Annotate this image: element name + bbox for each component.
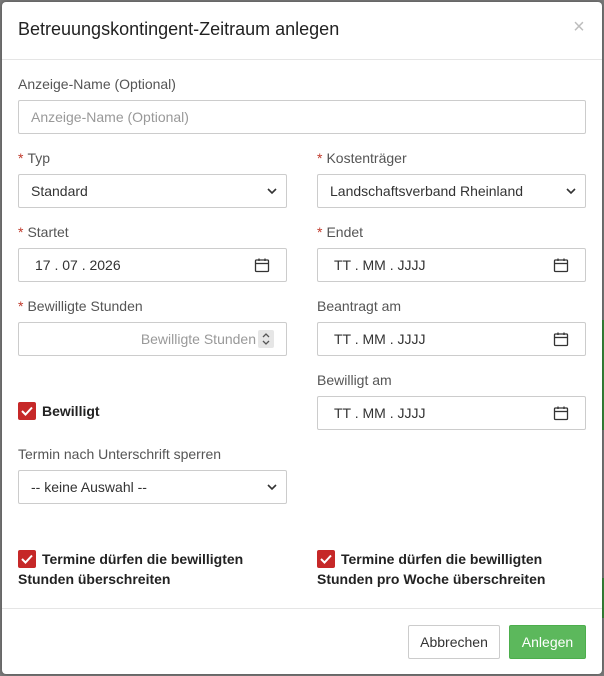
bewilligte-stunden-placeholder: Bewilligte Stunden — [140, 331, 256, 347]
bewilligt-am-date-input[interactable]: TT . MM . JJJJ — [317, 396, 586, 430]
close-button[interactable]: × — [570, 16, 588, 38]
modal-title: Betreuungskontingent-Zeitraum anlegen — [18, 19, 340, 39]
calendar-icon[interactable] — [553, 331, 569, 347]
ueberschreiten-checkbox[interactable] — [18, 550, 36, 568]
calendar-icon[interactable] — [553, 405, 569, 421]
kostentraeger-select[interactable]: Landschaftsverband Rheinland — [317, 174, 586, 208]
display-name-input[interactable]: Anzeige-Name (Optional) — [18, 100, 586, 134]
submit-button[interactable]: Anlegen — [509, 625, 586, 659]
typ-value: Standard — [31, 183, 88, 199]
beantragt-am-label: Beantragt am — [317, 298, 402, 314]
required-marker: * — [317, 150, 323, 166]
modal-dialog: Betreuungskontingent-Zeitraum anlegen × … — [2, 2, 602, 674]
required-marker: * — [18, 150, 24, 166]
endet-value: TT . MM . JJJJ — [334, 257, 426, 273]
endet-label-text: Endet — [326, 224, 364, 240]
termin-sperren-label: Termin nach Unterschrift sperren — [18, 446, 222, 462]
bewilligt-am-label: Bewilligt am — [317, 372, 392, 388]
kostentraeger-label-text: Kostenträger — [326, 150, 407, 166]
typ-label: * Typ — [18, 150, 50, 166]
bewilligt-am-value: TT . MM . JJJJ — [334, 405, 426, 421]
bewilligt-checkbox-label[interactable]: Bewilligt — [42, 401, 100, 421]
chevron-down-icon — [267, 188, 277, 195]
ueberschreiten-label-line2[interactable]: Stunden überschreiten — [18, 569, 170, 589]
display-name-label: Anzeige-Name (Optional) — [18, 76, 176, 92]
cancel-button[interactable]: Abbrechen — [408, 625, 500, 659]
kostentraeger-label: * Kostenträger — [317, 150, 407, 166]
checkmark-icon — [21, 406, 33, 416]
beantragt-am-date-input[interactable]: TT . MM . JJJJ — [317, 322, 586, 356]
ueberschreiten-woche-checkbox[interactable] — [317, 550, 335, 568]
endet-label: * Endet — [317, 224, 363, 240]
checkmark-icon — [320, 554, 332, 564]
typ-label-text: Typ — [27, 150, 51, 166]
typ-select[interactable]: Standard — [18, 174, 287, 208]
startet-value: 17 . 07 . 2026 — [35, 257, 121, 273]
startet-label-text: Startet — [27, 224, 69, 240]
modal-footer: Abbrechen Anlegen — [2, 608, 602, 674]
chevron-down-icon — [566, 188, 576, 195]
required-marker: * — [18, 298, 24, 314]
bewilligt-checkbox[interactable] — [18, 402, 36, 420]
beantragt-am-value: TT . MM . JJJJ — [334, 331, 426, 347]
display-name-placeholder: Anzeige-Name (Optional) — [31, 109, 189, 125]
spinner-arrows-icon — [262, 333, 270, 345]
ueberschreiten-woche-label-line2[interactable]: Stunden pro Woche überschreiten — [317, 569, 545, 589]
bewilligte-stunden-label-text: Bewilligte Stunden — [27, 298, 143, 314]
endet-date-input[interactable]: TT . MM . JJJJ — [317, 248, 586, 282]
ueberschreiten-woche-label-line1[interactable]: Termine dürfen die bewilligten — [341, 549, 542, 569]
modal-header: Betreuungskontingent-Zeitraum anlegen × — [2, 2, 602, 60]
bewilligte-stunden-input[interactable]: Bewilligte Stunden — [18, 322, 287, 356]
startet-date-input[interactable]: 17 . 07 . 2026 — [18, 248, 287, 282]
required-marker: * — [18, 224, 24, 240]
startet-label: * Startet — [18, 224, 69, 240]
checkmark-icon — [21, 554, 33, 564]
bewilligte-stunden-label: * Bewilligte Stunden — [18, 298, 143, 314]
chevron-down-icon — [267, 484, 277, 491]
kostentraeger-value: Landschaftsverband Rheinland — [330, 183, 524, 199]
required-marker: * — [317, 224, 323, 240]
number-spinner[interactable] — [258, 330, 274, 348]
ueberschreiten-label-line1[interactable]: Termine dürfen die bewilligten — [42, 549, 243, 569]
calendar-icon[interactable] — [254, 257, 270, 273]
calendar-icon[interactable] — [553, 257, 569, 273]
termin-sperren-select[interactable]: -- keine Auswahl -- — [18, 470, 287, 504]
termin-sperren-value: -- keine Auswahl -- — [31, 479, 147, 495]
